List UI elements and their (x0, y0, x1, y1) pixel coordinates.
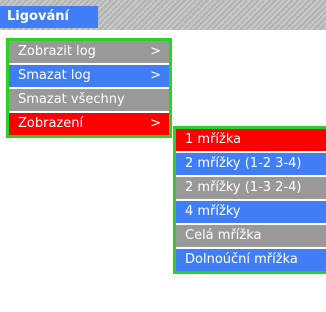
submenu-item-label: 4 mřížky (185, 204, 241, 219)
menu-item-smazat-vsechny[interactable]: Smazat všechny (9, 89, 169, 111)
dropdown-menu: Zobrazit log > Smazat log > Smazat všech… (6, 38, 172, 138)
submenu-item-label: Dolnoúční mřížka (185, 252, 298, 267)
menu-item-label: Zobrazení (18, 116, 84, 131)
chevron-right-icon: > (150, 68, 161, 83)
menu-title-ligovani[interactable]: Ligování (0, 6, 98, 28)
submenu-item-label: 1 mřížka (185, 132, 242, 147)
submenu-item-2-mrizky-a[interactable]: 2 mřížky (1-2 3-4) (176, 153, 326, 175)
menu-item-label: Zobrazit log (18, 44, 96, 59)
menubar: Ligování (0, 0, 326, 30)
chevron-right-icon: > (150, 116, 161, 131)
submenu-item-dolnoucni-mrizka[interactable]: Dolnoúční mřížka (176, 249, 326, 271)
submenu-item-cela-mrizka[interactable]: Celá mřížka (176, 225, 326, 247)
chevron-right-icon: > (150, 44, 161, 59)
submenu-item-label: 2 mřížky (1-3 2-4) (185, 180, 302, 195)
menu-item-zobrazit-log[interactable]: Zobrazit log > (9, 41, 169, 63)
menu-item-label: Smazat všechny (18, 92, 125, 107)
menu-item-zobrazeni[interactable]: Zobrazení > (9, 113, 169, 135)
menu-item-label: Smazat log (18, 68, 91, 83)
submenu-item-4-mrizky[interactable]: 4 mřížky (176, 201, 326, 223)
submenu-item-label: 2 mřížky (1-2 3-4) (185, 156, 302, 171)
submenu-item-label: Celá mřížka (185, 228, 262, 243)
submenu-item-2-mrizky-b[interactable]: 2 mřížky (1-3 2-4) (176, 177, 326, 199)
submenu-zobrazeni: 1 mřížka 2 mřížky (1-2 3-4) 2 mřížky (1-… (173, 126, 326, 274)
submenu-item-1-mrizka[interactable]: 1 mřížka (176, 129, 326, 151)
menu-item-smazat-log[interactable]: Smazat log > (9, 65, 169, 87)
